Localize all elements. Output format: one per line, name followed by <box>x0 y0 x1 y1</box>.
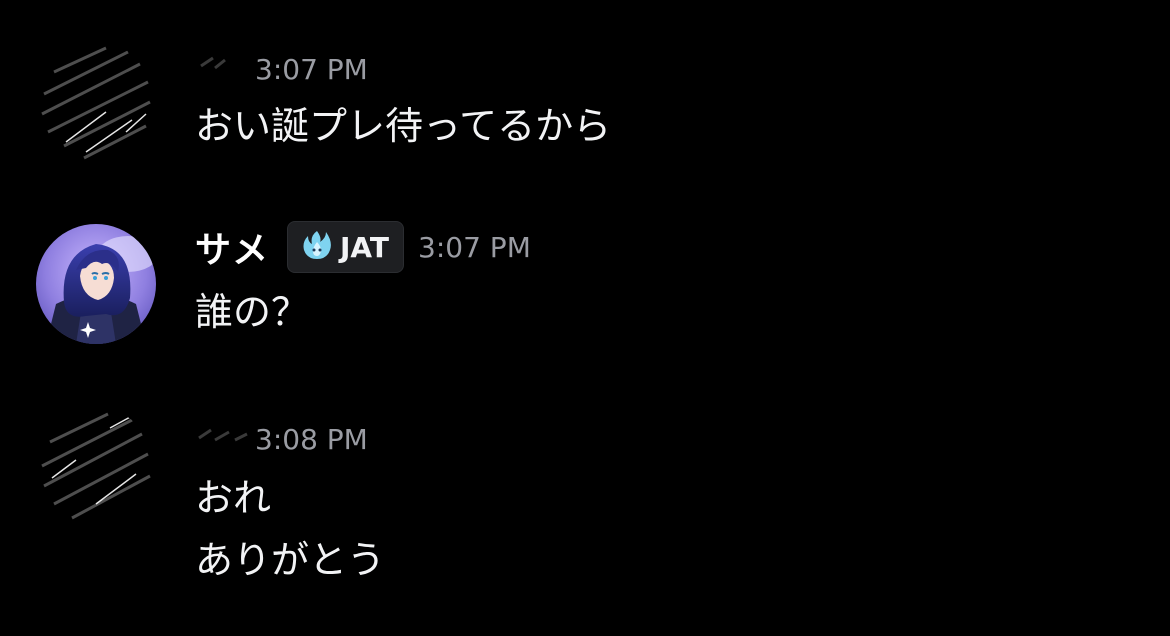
timestamp: 3:07 PM <box>255 52 368 86</box>
redacted-username <box>195 54 255 84</box>
redacted-username <box>195 424 255 454</box>
message-header: サメ JAT 3:07 PM <box>195 221 531 273</box>
message-header: 3:08 PM <box>195 414 368 464</box>
message-header: 3:07 PM <box>195 44 368 94</box>
avatar-redacted[interactable] <box>36 408 156 528</box>
message-text: ありがとう <box>195 538 386 582</box>
username[interactable]: サメ <box>195 221 269 273</box>
message-text: おれ <box>195 476 272 520</box>
message-text: おい誕プレ待ってるから <box>195 104 612 148</box>
flame-icon <box>300 228 334 266</box>
timestamp: 3:07 PM <box>418 230 531 264</box>
avatar-same[interactable] <box>36 224 156 344</box>
timestamp: 3:08 PM <box>255 422 368 456</box>
message-text: 誰の？ <box>195 290 310 334</box>
server-tag[interactable]: JAT <box>287 221 405 273</box>
avatar-redacted[interactable] <box>36 42 156 162</box>
tag-label: JAT <box>340 230 390 264</box>
